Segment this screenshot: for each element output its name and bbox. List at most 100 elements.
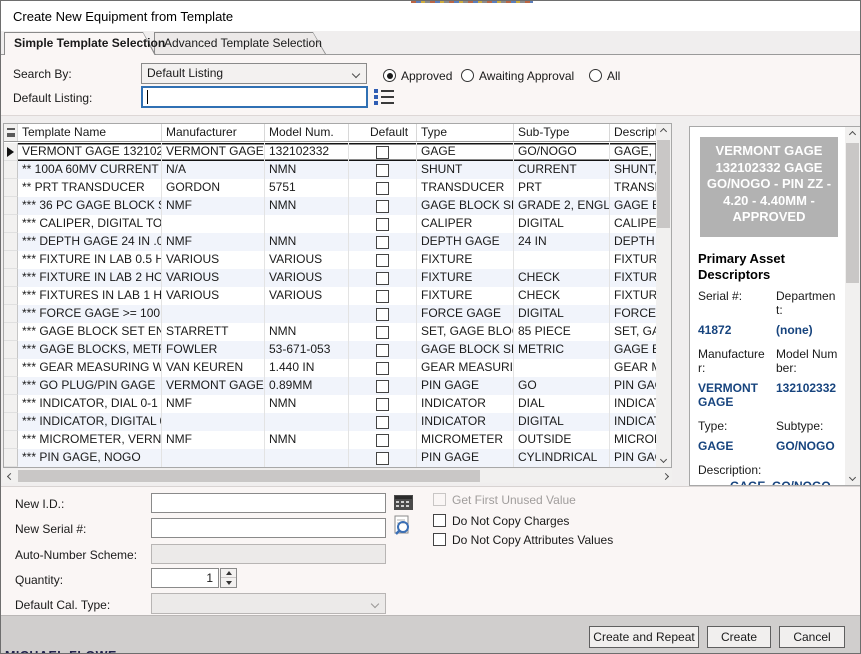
table-row[interactable]: *** INDICATOR, DIAL 0-1 INNMFNMNINDICATO… (4, 395, 657, 413)
row-selector-cell[interactable] (4, 431, 18, 449)
column-header-default[interactable]: Default (349, 124, 417, 141)
create-button[interactable]: Create (707, 626, 771, 648)
table-row[interactable]: ** 100A 60MV CURRENT SHUNTN/ANMNSHUNTCUR… (4, 161, 657, 179)
row-selector-cell[interactable] (4, 233, 18, 251)
quantity-input[interactable]: 1 (151, 568, 219, 588)
column-header-description[interactable]: Description (610, 124, 657, 141)
table-row[interactable]: *** FIXTURE IN LAB 0.5 HOURVARIOUSVARIOU… (4, 251, 657, 269)
scroll-up-button[interactable] (845, 127, 860, 142)
table-row[interactable]: *** INDICATOR, DIGITAL 0.0001INDICATORDI… (4, 413, 657, 431)
preview-scrollbar[interactable] (845, 127, 860, 485)
table-row[interactable]: *** GEAR MEASURING WIRESVAN KEUREN1.440 … (4, 359, 657, 377)
default-checkbox[interactable] (376, 434, 389, 447)
table-cell-description: FIXTURE, CHECK (610, 269, 657, 287)
row-selector-cell[interactable] (4, 395, 18, 413)
table-cell-model (265, 449, 349, 467)
column-header-template-name[interactable]: Template Name (18, 124, 162, 141)
default-checkbox[interactable] (376, 452, 389, 465)
row-selector-cell[interactable] (4, 377, 18, 395)
scrollbar-thumb[interactable] (846, 143, 859, 283)
table-vertical-scrollbar[interactable] (656, 124, 671, 467)
listing-options-icon[interactable] (374, 88, 394, 105)
default-checkbox[interactable] (376, 218, 389, 231)
row-selector-cell[interactable] (4, 305, 18, 323)
create-and-repeat-button[interactable]: Create and Repeat (589, 626, 699, 648)
scroll-right-button[interactable] (658, 469, 672, 483)
table-cell-type: PIN GAGE (417, 449, 514, 467)
default-listing-input[interactable] (141, 86, 368, 108)
scroll-up-button[interactable] (656, 124, 671, 139)
default-checkbox[interactable] (376, 290, 389, 303)
id-grid-icon[interactable] (394, 495, 413, 510)
default-checkbox[interactable] (376, 200, 389, 213)
clipped-status-text: MICHAEL FLOWE (5, 649, 425, 654)
table-corner-cell[interactable] (4, 124, 18, 141)
row-selector-cell[interactable] (4, 413, 18, 431)
table-row[interactable]: *** DEPTH GAGE 24 IN .001NMFNMNDEPTH GAG… (4, 233, 657, 251)
table-row[interactable]: *** GO PLUG/PIN GAGEVERMONT GAGE0.89MMPI… (4, 377, 657, 395)
scroll-left-button[interactable] (3, 469, 17, 483)
row-selector-cell[interactable] (4, 449, 18, 467)
new-id-input[interactable] (151, 493, 386, 513)
column-header-model-num[interactable]: Model Num. (265, 124, 349, 141)
preview-field-value: (none) (774, 323, 846, 345)
cancel-button[interactable]: Cancel (779, 626, 845, 648)
stepper-up-button[interactable] (221, 569, 236, 578)
row-selector-cell[interactable] (4, 215, 18, 233)
default-checkbox[interactable] (376, 254, 389, 267)
row-selector-cell[interactable] (4, 197, 18, 215)
tab-advanced-template-selection[interactable]: Advanced Template Selection (154, 32, 326, 54)
table-row[interactable]: *** GAGE BLOCKS, METRICFOWLER53-671-053G… (4, 341, 657, 359)
scroll-down-button[interactable] (656, 452, 671, 467)
column-header-sub-type[interactable]: Sub-Type (514, 124, 610, 141)
row-selector-cell[interactable] (4, 143, 18, 161)
table-cell-name: ** PRT TRANSDUCER (18, 179, 162, 197)
default-checkbox[interactable] (376, 380, 389, 393)
stepper-down-button[interactable] (221, 578, 236, 587)
table-row[interactable]: *** CALIPER, DIGITAL TO 18 INCALIPERDIGI… (4, 215, 657, 233)
default-checkbox[interactable] (376, 326, 389, 339)
default-checkbox[interactable] (376, 236, 389, 249)
preview-description-label: Description: (696, 461, 846, 479)
table-row[interactable]: ** PRT TRANSDUCERGORDON5751TRANSDUCERPRT… (4, 179, 657, 197)
scroll-down-button[interactable] (845, 470, 860, 485)
default-checkbox[interactable] (376, 416, 389, 429)
row-selector-cell[interactable] (4, 269, 18, 287)
table-horizontal-scrollbar[interactable] (3, 469, 672, 483)
row-selector-cell[interactable] (4, 251, 18, 269)
tab-simple-template-selection[interactable]: Simple Template Selection (4, 32, 156, 55)
scrollbar-thumb[interactable] (18, 470, 480, 482)
table-row[interactable]: *** PIN GAGE, NOGOPIN GAGECYLINDRICALPIN… (4, 449, 657, 467)
table-cell-type: FIXTURE (417, 251, 514, 269)
table-row[interactable]: *** GAGE BLOCK SET ENGLISHSTARRETTNMNSET… (4, 323, 657, 341)
default-checkbox[interactable] (376, 344, 389, 357)
scrollbar-thumb[interactable] (657, 140, 670, 228)
row-selector-cell[interactable] (4, 179, 18, 197)
default-checkbox[interactable] (376, 308, 389, 321)
column-header-type[interactable]: Type (417, 124, 514, 141)
search-by-select[interactable]: Default Listing (141, 63, 367, 84)
table-row[interactable]: *** FIXTURE IN LAB 2 HOURVARIOUSVARIOUSF… (4, 269, 657, 287)
table-row[interactable]: *** FORCE GAGE >= 100 LBFORCE GAGEDIGITA… (4, 305, 657, 323)
table-row[interactable]: VERMONT GAGE 132102332VERMONT GAGE132102… (4, 143, 657, 161)
row-selector-cell[interactable] (4, 161, 18, 179)
row-selector-cell[interactable] (4, 341, 18, 359)
serial-lookup-icon[interactable] (393, 515, 412, 536)
default-checkbox[interactable] (376, 398, 389, 411)
quantity-stepper[interactable] (220, 568, 237, 588)
default-checkbox[interactable] (376, 182, 389, 195)
row-selector-cell[interactable] (4, 359, 18, 377)
default-checkbox[interactable] (376, 164, 389, 177)
default-checkbox[interactable] (376, 146, 389, 159)
table-row[interactable]: *** 36 PC GAGE BLOCK SETNMFNMNGAGE BLOCK… (4, 197, 657, 215)
column-header-manufacturer[interactable]: Manufacturer (162, 124, 265, 141)
table-row[interactable]: *** FIXTURES IN LAB 1 HOURVARIOUSVARIOUS… (4, 287, 657, 305)
row-selector-cell[interactable] (4, 323, 18, 341)
default-checkbox[interactable] (376, 362, 389, 375)
new-serial-input[interactable] (151, 518, 386, 538)
table-row[interactable]: *** MICROMETER, VERNIERNMFNMNMICROMETERO… (4, 431, 657, 449)
default-checkbox[interactable] (376, 272, 389, 285)
row-selector-cell[interactable] (4, 287, 18, 305)
table-cell-type: INDICATOR (417, 413, 514, 431)
table-cell-name: *** DEPTH GAGE 24 IN .001 (18, 233, 162, 251)
